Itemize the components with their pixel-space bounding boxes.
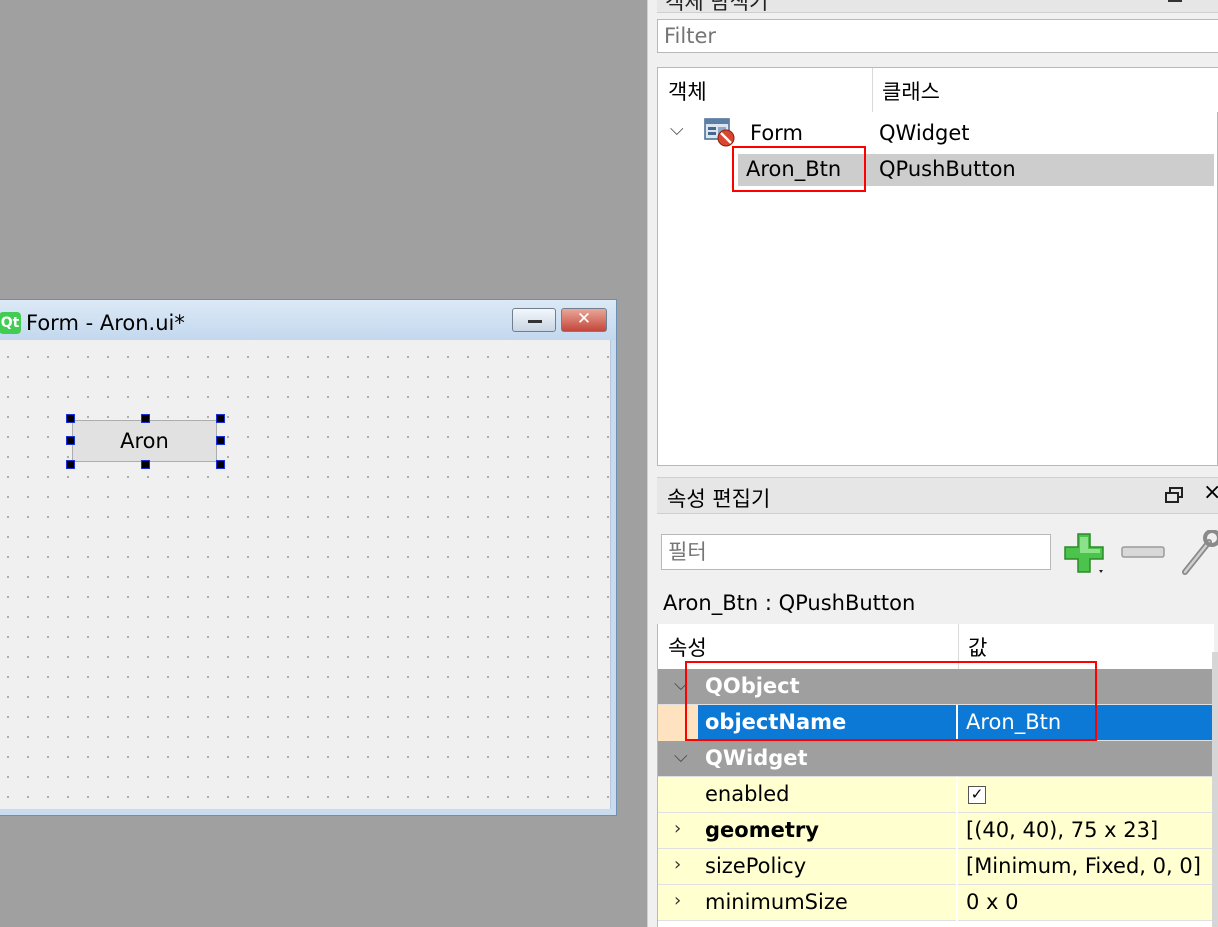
column-divider (956, 885, 958, 921)
chevron-right-icon[interactable]: › (674, 854, 681, 875)
selection-handle-bottom-right[interactable] (216, 460, 225, 469)
property-name: sizePolicy (705, 854, 807, 878)
selection-handle-bottom-left[interactable] (66, 460, 75, 469)
column-divider (872, 68, 873, 112)
float-icon[interactable] (1168, 0, 1182, 2)
property-editor-titlebar: 속성 편집기 × (657, 477, 1218, 514)
enabled-checkbox[interactable]: ✓ (968, 786, 986, 804)
section-name: QWidget (705, 746, 808, 770)
float-icon[interactable] (1165, 487, 1183, 503)
aron-push-button[interactable]: Aron (72, 420, 217, 462)
property-row-geometry[interactable]: › geometry [(40, 40), 75 x 23] (658, 813, 1214, 849)
column-divider (956, 849, 958, 885)
annotation-red-box (732, 146, 866, 192)
selection-handle-right[interactable] (216, 436, 225, 445)
qt-logo-icon: Qt (0, 312, 21, 334)
object-tree-header: 객체 클래스 (658, 68, 1218, 112)
property-value[interactable]: 0 x 0 (966, 890, 1019, 914)
remove-property-minus-icon[interactable] (1121, 545, 1165, 559)
column-divider (956, 813, 958, 849)
wrench-icon[interactable] (1179, 530, 1218, 576)
object-inspector-title: 객체 탐색기 (665, 0, 769, 13)
property-row-sizepolicy[interactable]: › sizePolicy [Minimum, Fixed, 0, 0] (658, 849, 1214, 885)
column-header-property[interactable]: 속성 (668, 632, 707, 662)
object-filter-input[interactable] (657, 19, 1218, 53)
property-name: enabled (705, 782, 790, 806)
property-value[interactable]: [Minimum, Fixed, 0, 0] (966, 854, 1201, 878)
column-header-value[interactable]: 값 (968, 632, 987, 662)
tree-item-class: QWidget (879, 121, 970, 145)
form-title: Form - Aron.ui* (26, 311, 185, 335)
property-filter-input[interactable] (661, 534, 1051, 570)
chevron-down-icon[interactable]: ⌵ (674, 746, 688, 767)
column-divider (956, 777, 958, 813)
panel-splitter[interactable] (647, 0, 657, 927)
property-editor-title: 속성 편집기 (667, 487, 771, 511)
form-surface[interactable]: Aron (0, 340, 611, 809)
property-name: geometry (705, 818, 819, 842)
object-tree[interactable]: 객체 클래스 ⌵ Form QWidget Aron_Btn QPushButt… (657, 67, 1218, 466)
selection-handle-left[interactable] (66, 436, 75, 445)
selection-handle-bottom[interactable] (141, 460, 150, 469)
column-header-class[interactable]: 클래스 (882, 76, 940, 106)
close-icon[interactable]: × (1203, 480, 1218, 505)
object-inspector-titlebar: 객체 탐색기 (657, 0, 1218, 13)
property-name: minimumSize (705, 890, 848, 914)
column-header-object[interactable]: 객체 (668, 76, 707, 106)
chevron-right-icon[interactable]: › (674, 818, 681, 839)
tree-item-name: Form (750, 121, 803, 145)
minimize-button[interactable] (512, 308, 556, 332)
chevron-down-icon[interactable]: ⌵ (670, 119, 684, 140)
right-dock: 객체 탐색기 객체 클래스 ⌵ Form QWidget A (657, 0, 1218, 927)
selection-handle-top-right[interactable] (216, 414, 225, 423)
property-editor-subject: Aron_Btn : QPushButton (663, 591, 916, 615)
add-property-plus-icon[interactable] (1061, 530, 1109, 578)
annotation-red-box (685, 661, 1097, 741)
property-row-enabled[interactable]: enabled ✓ (658, 777, 1214, 813)
chevron-right-icon[interactable]: › (674, 890, 681, 911)
property-row-minimumsize[interactable]: › minimumSize 0 x 0 (658, 885, 1214, 921)
tree-item-class: QPushButton (879, 157, 1016, 181)
selection-handle-top-left[interactable] (66, 414, 75, 423)
section-row-qwidget[interactable]: ⌵ QWidget (658, 741, 1214, 777)
form-titlebar[interactable]: Qt Form - Aron.ui* ✕ (0, 300, 616, 340)
selection-handle-top[interactable] (141, 414, 150, 423)
property-value[interactable]: [(40, 40), 75 x 23] (966, 818, 1158, 842)
form-widget-icon (704, 118, 735, 147)
form-window[interactable]: Qt Form - Aron.ui* ✕ Aron (0, 299, 617, 816)
close-button[interactable]: ✕ (561, 308, 607, 332)
property-table-scrollbar[interactable] (1212, 652, 1218, 927)
